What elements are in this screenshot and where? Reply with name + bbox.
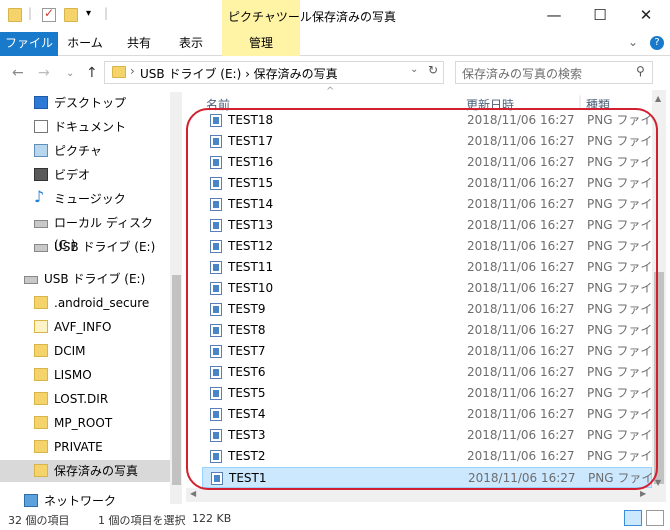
scroll-left-icon[interactable]: ◀ — [190, 489, 196, 498]
documents-icon — [34, 120, 48, 133]
refresh-icon[interactable]: ↻ — [428, 63, 438, 77]
horizontal-scrollbar[interactable] — [186, 488, 652, 502]
annotation-highlight — [186, 108, 658, 490]
selected-size: 122 KB — [192, 512, 232, 525]
sidebar-item-label: ドキュメント — [54, 120, 127, 134]
sidebar-item-label: USB ドライブ (E:) — [44, 272, 146, 286]
sidebar-item-label: デスクトップ — [54, 96, 127, 110]
forward-arrow-icon[interactable]: → — [38, 65, 50, 81]
breadcrumb-separator-icon: › — [130, 64, 135, 78]
sidebar-item[interactable]: ♪ ミュージック — [0, 188, 170, 210]
folder-icon — [112, 66, 126, 78]
sidebar-item[interactable]: ビデオ — [0, 164, 170, 186]
context-tab-title: ピクチャツール — [228, 10, 312, 24]
local-disk-icon — [34, 220, 48, 228]
tab-manage[interactable]: 管理 — [222, 32, 300, 56]
sidebar-item[interactable]: PRIVATE — [0, 436, 170, 458]
sidebar-item-label: USB ドライブ (E:) — [54, 240, 156, 254]
folder-icon — [34, 440, 48, 453]
scroll-down-icon[interactable]: ▼ — [655, 478, 661, 487]
video-icon — [34, 168, 48, 181]
usb-drive-icon — [34, 244, 48, 252]
tab-home[interactable]: ホーム — [60, 32, 110, 56]
folder-icon — [34, 368, 48, 381]
sidebar-item-label: .android_secure — [54, 296, 150, 310]
folder-icon — [8, 8, 22, 22]
window-title: 保存済みの写真 — [312, 10, 397, 24]
quick-access-dropdown-icon[interactable]: ▾ — [86, 8, 91, 19]
sidebar-item[interactable]: LOST.DIR — [0, 388, 170, 410]
music-icon: ♪ — [34, 187, 45, 206]
item-count: 32 個の項目 — [8, 514, 70, 527]
sidebar-item[interactable]: AVF_INFO — [0, 316, 170, 338]
sort-ascending-icon: ^ — [326, 86, 335, 97]
sidebar-item-label: ビデオ — [54, 168, 91, 182]
status-bar: 32 個の項目 1 個の項目を選択 122 KB — [0, 508, 670, 530]
sidebar-item-label: DCIM — [54, 344, 86, 358]
sidebar-item[interactable]: ドキュメント — [0, 116, 170, 138]
recent-locations-icon[interactable]: ⌄ — [66, 68, 74, 79]
scroll-up-icon[interactable]: ▲ — [655, 94, 661, 103]
network-icon — [24, 494, 38, 507]
folder-icon — [34, 344, 48, 357]
sidebar-item-label: 保存済みの写真 — [54, 464, 139, 478]
folder-icon — [34, 416, 48, 429]
tab-file[interactable]: ファイル — [0, 32, 58, 56]
new-folder-icon[interactable] — [64, 8, 78, 22]
up-arrow-icon[interactable]: ↑ — [86, 65, 98, 81]
close-button[interactable]: ✕ — [624, 0, 668, 30]
sidebar-item[interactable]: LISMO — [0, 364, 170, 386]
sidebar-item[interactable]: DCIM — [0, 340, 170, 362]
sidebar-item[interactable]: ピクチャ — [0, 140, 170, 162]
sidebar-item[interactable]: .android_secure — [0, 292, 170, 314]
desktop-icon — [34, 96, 48, 109]
ribbon-expand-icon[interactable]: ⌄ — [628, 35, 638, 49]
ribbon-tabs: ファイル ホーム 共有 表示 管理 ⌄ ? — [0, 32, 670, 56]
sidebar-item[interactable]: 保存済みの写真 — [0, 460, 170, 482]
selected-count: 1 個の項目を選択 — [98, 514, 186, 527]
folder-icon — [34, 320, 48, 333]
sidebar-item-label: ミュージック — [54, 192, 126, 206]
sidebar-item-label: LISMO — [54, 368, 92, 382]
tab-share[interactable]: 共有 — [114, 32, 164, 56]
column-divider: | — [578, 94, 583, 108]
tab-view[interactable]: 表示 — [166, 32, 216, 56]
breadcrumb[interactable]: USB ドライブ (E:) › 保存済みの写真 — [140, 65, 338, 82]
nav-scrollbar-thumb[interactable] — [172, 275, 181, 485]
maximize-button[interactable]: ☐ — [578, 0, 622, 30]
minimize-button[interactable]: — — [532, 0, 576, 30]
sidebar-item[interactable]: MP_ROOT — [0, 412, 170, 434]
scroll-right-icon[interactable]: ▶ — [640, 489, 646, 498]
sidebar-item-label: ピクチャ — [54, 144, 102, 158]
sidebar-item-label: PRIVATE — [54, 440, 103, 454]
sidebar-item[interactable]: デスクトップ — [0, 92, 170, 114]
properties-icon[interactable] — [42, 6, 56, 22]
back-arrow-icon[interactable]: ← — [12, 65, 24, 81]
sidebar-item[interactable]: ローカル ディスク (C:) — [0, 212, 170, 252]
folder-icon — [34, 392, 48, 405]
folder-icon — [34, 296, 48, 309]
sidebar-item-label: MP_ROOT — [54, 416, 113, 430]
folder-icon — [34, 464, 48, 477]
large-icons-view-icon[interactable] — [646, 510, 664, 526]
sidebar-item-label: LOST.DIR — [54, 392, 109, 406]
usb-drive-icon — [24, 276, 38, 284]
search-input[interactable]: 保存済みの写真の検索 — [462, 65, 582, 82]
sidebar-item[interactable]: USB ドライブ (E:) — [0, 268, 170, 290]
pictures-icon — [34, 144, 48, 157]
address-dropdown-icon[interactable]: ⌄ — [410, 64, 418, 75]
details-view-icon[interactable] — [624, 510, 642, 526]
separator: | — [104, 6, 109, 20]
sidebar-item[interactable]: USB ドライブ (E:) — [0, 236, 170, 258]
search-icon[interactable]: ⚲ — [636, 64, 645, 78]
help-icon[interactable]: ? — [650, 36, 664, 50]
separator: | — [28, 6, 33, 20]
sidebar-item-label: AVF_INFO — [54, 320, 112, 334]
